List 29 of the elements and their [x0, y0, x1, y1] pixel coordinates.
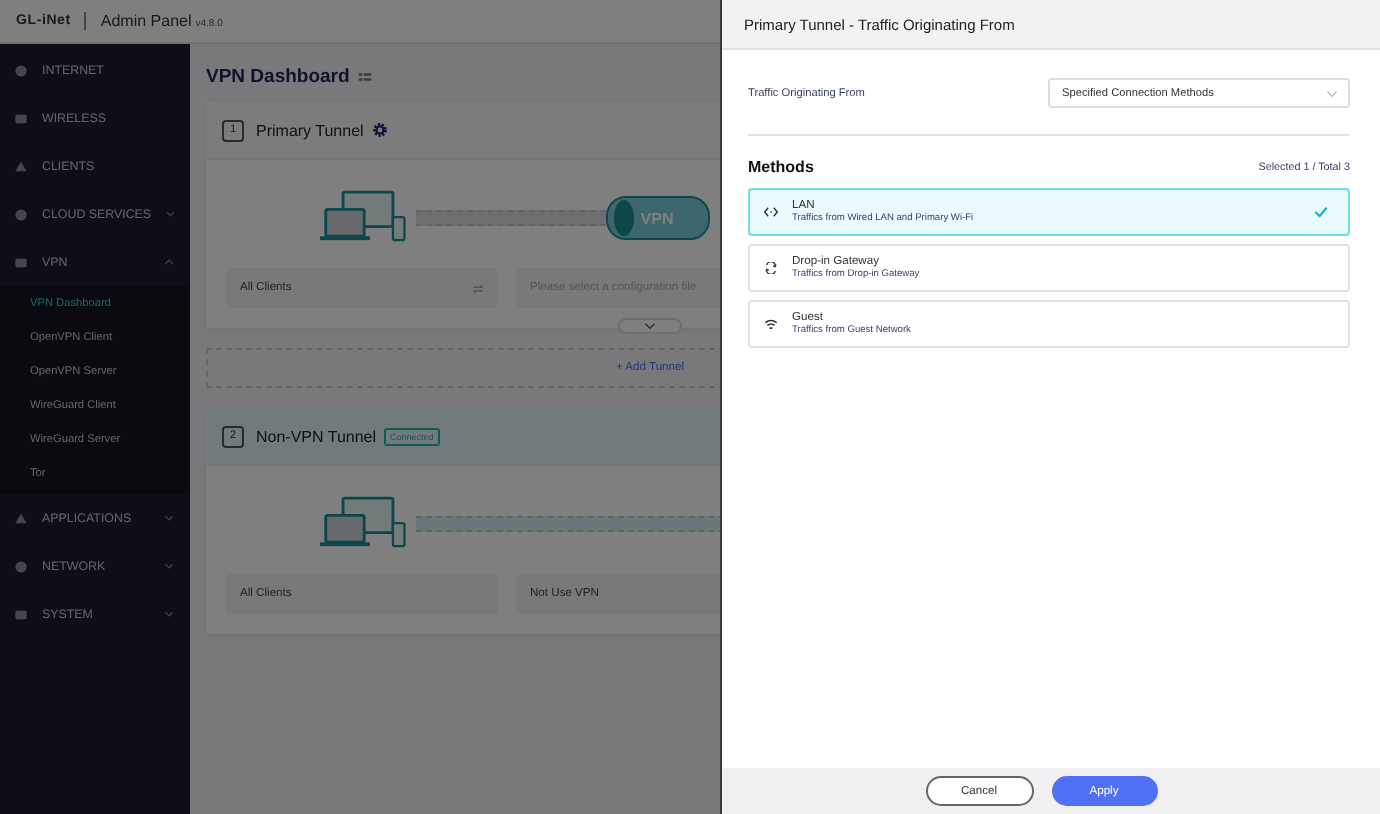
menu-item-icon: [14, 559, 28, 573]
chevron-icon: [1326, 89, 1338, 97]
methods-heading: Methods: [748, 158, 814, 176]
menu-item-icon: [14, 159, 28, 173]
chevron-icon: [165, 210, 174, 218]
chevron-icon: [164, 562, 174, 570]
tunnel-name: Primary Tunnel: [256, 121, 364, 139]
connection-icon: [764, 206, 778, 218]
menu-item-icon: [14, 111, 28, 125]
page-title: VPN Dashboard: [206, 65, 350, 87]
menu-item-icon: [14, 255, 28, 269]
menu-item-icon: [14, 511, 28, 525]
connection-icon: [764, 262, 778, 274]
panel-title: Admin Panel: [100, 12, 192, 30]
menu-item-icon: [14, 63, 28, 77]
chevron-icon: [164, 610, 174, 618]
settings-icon[interactable]: [371, 122, 388, 138]
chevron-icon: [164, 514, 174, 522]
tunnel-name: Non-VPN Tunnel: [256, 427, 377, 445]
menu-item-icon: [14, 207, 28, 221]
check-icon: [1314, 206, 1328, 218]
chevron-icon: [644, 322, 656, 330]
layout-icon[interactable]: [357, 71, 372, 81]
swap-icon: [472, 283, 484, 293]
connection-icon: [764, 318, 778, 330]
collapse-button[interactable]: [618, 318, 682, 334]
menu-item-icon: [14, 607, 28, 621]
vpn-cylinder: VPN: [606, 196, 710, 240]
chevron-icon: [164, 258, 174, 266]
